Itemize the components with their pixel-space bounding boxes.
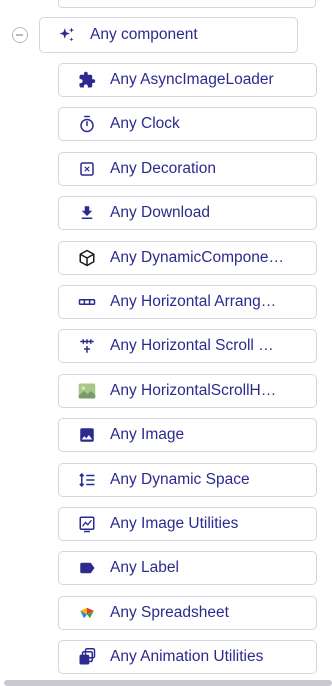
list-item-label: Any Spreadsheet	[110, 603, 229, 621]
list-item-label: Any Image	[110, 426, 185, 444]
list-item-label: Any DynamicCompone…	[110, 248, 285, 266]
image-icon	[78, 426, 96, 444]
list-item-any-dynamiccomponent[interactable]: Any DynamicCompone…	[58, 240, 317, 275]
image-thumbnail-icon	[78, 382, 96, 400]
list-item-any-spreadsheet[interactable]: Any Spreadsheet	[58, 595, 317, 630]
collapse-minus-icon[interactable]	[12, 27, 28, 43]
list-item-any-decoration[interactable]: Any Decoration	[58, 151, 317, 186]
list-item-any-dynamic-space[interactable]: Any Dynamic Space	[58, 462, 317, 497]
animation-icon	[78, 648, 96, 666]
list-item-any-horizontalscrollhandler[interactable]: Any HorizontalScrollH…	[58, 373, 317, 408]
decoration-icon	[78, 160, 96, 178]
label-tag-icon	[78, 559, 96, 577]
sparkle-icon	[58, 26, 76, 44]
list-item-label: Any HorizontalScrollH…	[110, 381, 277, 399]
list-item-any-download[interactable]: Any Download	[58, 196, 317, 231]
horizontal-scroll-icon	[78, 337, 96, 355]
tree-parent-label: Any component	[90, 26, 198, 43]
list-item-label: Any AsyncImageLoader	[110, 71, 274, 88]
tree-parent-any-component[interactable]: Any component	[39, 17, 298, 53]
list-item-any-animation-utilities[interactable]: Any Animation Utilities	[58, 640, 317, 675]
list-item-any-clock[interactable]: Any Clock	[58, 107, 317, 142]
horizontal-arrangement-icon	[78, 293, 96, 311]
list-item-any-image[interactable]: Any Image	[58, 418, 317, 453]
line-spacing-icon	[78, 471, 96, 489]
previous-item-stub[interactable]	[58, 0, 316, 8]
list-item-label: Any Animation Utilities	[110, 648, 264, 666]
list-item-label: Any Clock	[110, 115, 180, 133]
list-item-label: Any Image Utilities	[110, 514, 239, 532]
spreadsheet-icon	[78, 604, 96, 622]
list-item-label: Any Download	[110, 204, 210, 222]
cube-icon	[78, 249, 96, 267]
list-item-any-horizontal-arrangement[interactable]: Any Horizontal Arrang…	[58, 284, 317, 319]
stopwatch-icon	[78, 115, 96, 133]
list-item-label: Any Decoration	[110, 159, 216, 177]
list-item-any-asyncimageloader[interactable]: Any AsyncImageLoader	[58, 63, 317, 97]
component-list: Any AsyncImageLoader Any Clock Any Decor…	[58, 63, 317, 684]
download-icon	[78, 204, 96, 222]
list-item-label: Any Horizontal Scroll …	[110, 337, 274, 355]
puzzle-icon	[78, 71, 96, 89]
list-item-label: Any Dynamic Space	[110, 470, 250, 488]
image-utilities-icon	[78, 515, 96, 533]
component-tree-panel: Any component Any AsyncImageLoader Any C…	[0, 0, 332, 686]
list-item-any-label[interactable]: Any Label	[58, 551, 317, 586]
list-item-label: Any Horizontal Arrang…	[110, 292, 277, 310]
list-item-any-horizontal-scroll[interactable]: Any Horizontal Scroll …	[58, 329, 317, 364]
horizontal-scrollbar[interactable]	[4, 680, 332, 686]
list-item-any-image-utilities[interactable]: Any Image Utilities	[58, 506, 317, 541]
list-item-label: Any Label	[110, 559, 179, 577]
